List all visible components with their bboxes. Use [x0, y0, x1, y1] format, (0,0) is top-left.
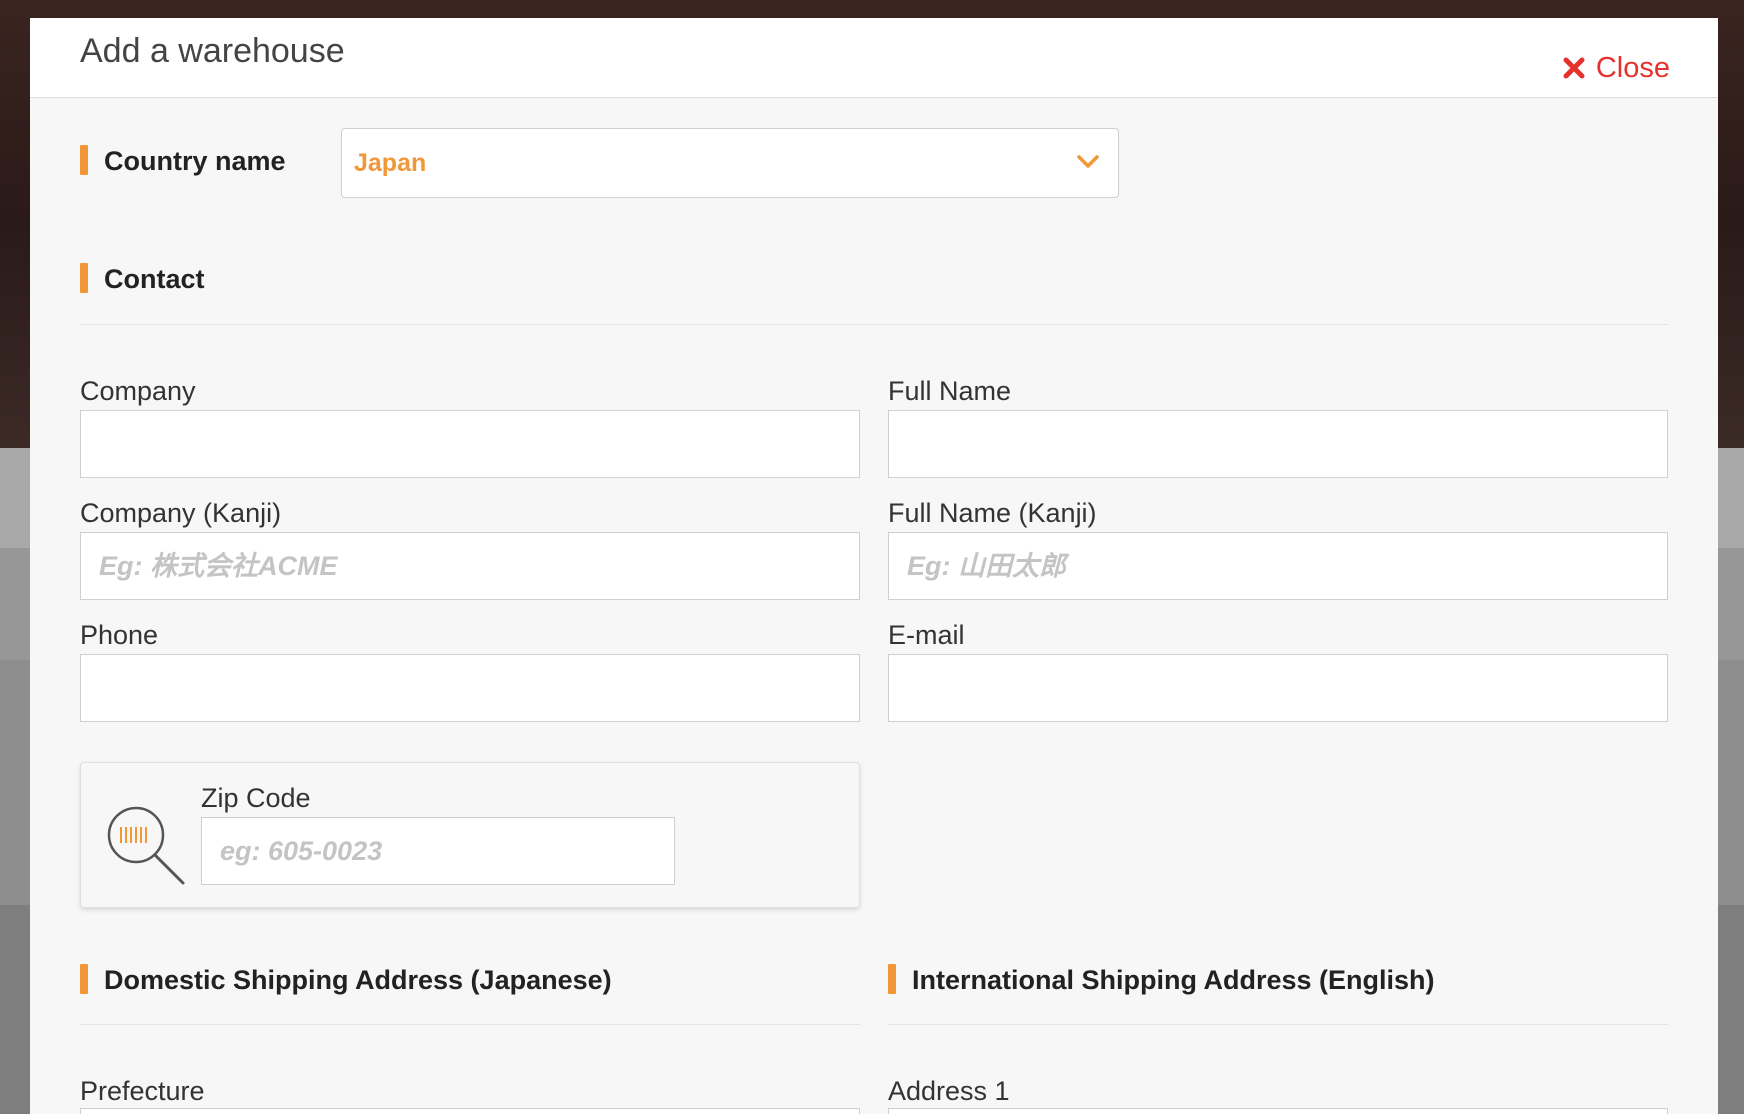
international-address-section-title: International Shipping Address (English)	[912, 965, 1435, 995]
modal-title: Add a warehouse	[80, 32, 345, 70]
full-name-input[interactable]	[888, 410, 1668, 478]
close-button[interactable]: Close	[1562, 48, 1670, 88]
phone-input[interactable]	[80, 654, 860, 722]
prefecture-label: Prefecture	[80, 1076, 205, 1106]
section-marker	[80, 964, 88, 994]
section-marker	[80, 145, 88, 175]
zip-code-label: Zip Code	[201, 783, 311, 813]
zip-code-input[interactable]	[201, 817, 675, 885]
section-marker	[888, 964, 896, 994]
add-warehouse-modal: Add a warehouse Close Country name Japan…	[30, 18, 1718, 1114]
company-input[interactable]	[80, 410, 860, 478]
modal-header: Add a warehouse Close	[30, 18, 1718, 98]
section-divider	[888, 1024, 1668, 1025]
zip-search-icon	[107, 806, 185, 885]
section-divider	[80, 324, 1668, 325]
contact-section-title: Contact	[104, 264, 205, 294]
section-divider	[80, 1024, 860, 1025]
company-kanji-label: Company (Kanji)	[80, 498, 282, 528]
address-1-input[interactable]	[888, 1108, 1668, 1114]
country-select[interactable]: Japan	[341, 128, 1119, 198]
zip-code-lookup-card: Zip Code	[80, 762, 860, 908]
domestic-address-section-title: Domestic Shipping Address (Japanese)	[104, 965, 612, 995]
full-name-kanji-label: Full Name (Kanji)	[888, 498, 1097, 528]
email-label: E-mail	[888, 620, 965, 650]
close-icon	[1563, 57, 1585, 79]
company-label: Company	[80, 376, 196, 406]
section-marker	[80, 263, 88, 293]
email-input[interactable]	[888, 654, 1668, 722]
address-1-label: Address 1	[888, 1076, 1010, 1106]
country-selected-value: Japan	[354, 149, 427, 177]
close-label: Close	[1595, 51, 1670, 84]
chevron-down-icon	[1077, 155, 1099, 168]
phone-label: Phone	[80, 620, 159, 650]
full-name-label: Full Name	[888, 376, 1012, 406]
company-kanji-input[interactable]	[80, 532, 860, 600]
country-label: Country name	[104, 146, 286, 176]
prefecture-select[interactable]	[80, 1108, 860, 1114]
full-name-kanji-input[interactable]	[888, 532, 1668, 600]
